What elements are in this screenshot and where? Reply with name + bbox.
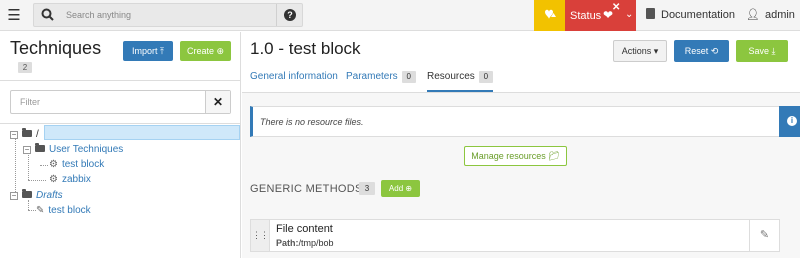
generic-methods-count-badge: 3	[359, 182, 375, 195]
tree-line	[28, 153, 29, 180]
documentation-label: Documentation	[661, 9, 735, 21]
tree-root[interactable]: − /	[10, 127, 39, 142]
download-icon: ⤓	[771, 46, 776, 56]
collapse-icon[interactable]: −	[23, 146, 31, 154]
drafts-label: Drafts	[36, 190, 63, 201]
category-label: User Techniques	[49, 144, 124, 155]
filter-field[interactable]: Filter ✕	[10, 90, 231, 114]
tab-label: Resources	[427, 71, 475, 82]
manage-resources-button[interactable]: Manage resources 📁︎	[464, 146, 567, 166]
tree-line	[28, 180, 46, 181]
create-label: Create	[186, 46, 214, 56]
param-value: /tmp/bob	[298, 238, 334, 248]
user-icon: 👤︎	[746, 9, 760, 21]
upload-icon: ⤒	[160, 46, 164, 56]
status-label: Status	[570, 10, 602, 22]
method-name: File content	[276, 223, 333, 235]
save-label: Save	[748, 46, 769, 56]
method-card[interactable]: ⋮⋮ File content Path:/tmp/bob ✎	[250, 219, 780, 252]
search-help-button[interactable]: ?	[276, 4, 302, 26]
plus-circle-icon: ⊕	[405, 184, 413, 193]
tab-count-badge: 0	[401, 71, 416, 83]
chevron-down-icon: ⌄	[625, 9, 634, 20]
help-icon: ?	[284, 9, 296, 21]
info-alert: There is no resource files. i	[250, 106, 800, 137]
undo-icon: ⟲	[710, 46, 719, 56]
info-text: There is no resource files.	[260, 117, 364, 127]
search-icon	[41, 8, 54, 21]
top-navbar: ☰ Search anything ? Status ❤ ✕ ⌄ Documen…	[0, 0, 800, 31]
pencil-icon: ✎	[759, 229, 770, 241]
info-icon: i	[787, 116, 797, 126]
reset-button[interactable]: Reset ⟲	[674, 40, 729, 62]
plus-circle-icon: ⊕	[216, 46, 225, 56]
menu-icon[interactable]: ☰	[4, 6, 24, 26]
tree-root-label: /	[36, 129, 39, 140]
book-icon	[646, 8, 655, 19]
generic-methods-heading: GENERIC METHODS	[250, 183, 363, 195]
folder-icon: 📁︎	[548, 151, 560, 161]
add-label: Add	[388, 184, 404, 193]
folder-icon	[35, 143, 45, 152]
page-title: 1.0 - test block	[250, 39, 361, 58]
edit-method-button[interactable]: ✎	[749, 220, 779, 251]
create-button[interactable]: Create ⊕	[180, 41, 231, 61]
tab-general-information[interactable]: General information	[250, 71, 338, 82]
tab-label: General information	[250, 71, 338, 82]
info-box: i	[779, 106, 800, 137]
drag-handle-icon[interactable]: ⋮⋮	[251, 220, 270, 251]
caret-down-icon: ▾	[653, 46, 659, 56]
folder-icon	[22, 189, 32, 198]
compliance-warning-button[interactable]	[534, 0, 565, 31]
technique-label: test block	[61, 159, 105, 170]
param-label: Path:	[276, 238, 299, 248]
techniques-count-badge: 2	[18, 62, 32, 73]
method-parameter: Path:/tmp/bob	[276, 238, 334, 248]
tree-line	[28, 210, 36, 211]
save-button[interactable]: Save ⤓	[736, 40, 788, 62]
actions-label: Actions	[621, 46, 652, 56]
selected-row-highlight	[44, 125, 240, 140]
filter-input[interactable]: Filter	[20, 97, 40, 107]
status-dropdown[interactable]: Status ❤ ✕ ⌄	[565, 0, 636, 31]
tree-category-user-techniques[interactable]: − User Techniques	[23, 142, 123, 157]
tree-item-test-block[interactable]: ⚙ test block	[49, 157, 104, 172]
technique-label: zabbix	[61, 174, 91, 185]
import-button[interactable]: Import ⤒	[123, 41, 173, 61]
user-name: admin	[764, 9, 795, 21]
add-method-button[interactable]: Add ⊕	[381, 180, 420, 197]
tree-draft-test-block[interactable]: ✎ test block	[36, 203, 91, 218]
tree-drafts[interactable]: − Drafts	[10, 188, 63, 203]
pencil-icon: ✎	[36, 205, 45, 216]
tab-label: Parameters	[346, 71, 398, 82]
collapse-icon[interactable]: −	[10, 131, 18, 139]
draft-label: test block	[48, 205, 91, 216]
divider	[0, 80, 241, 81]
actions-dropdown-button[interactable]: Actions ▾	[613, 40, 667, 62]
close-icon: ✕	[612, 2, 621, 13]
tab-bar: General information Parameters 0 Resource…	[242, 71, 800, 93]
tab-resources[interactable]: Resources 0	[427, 71, 493, 92]
collapse-icon[interactable]: −	[10, 192, 18, 200]
folder-icon	[22, 128, 32, 137]
tree-item-zabbix[interactable]: ⚙ zabbix	[49, 172, 91, 187]
tree-line	[40, 165, 48, 166]
warning-heart-icon	[545, 9, 556, 19]
clear-filter-button[interactable]: ✕	[205, 91, 230, 113]
import-label: Import	[131, 46, 158, 56]
divider	[0, 123, 241, 124]
search-bar[interactable]: Search anything ?	[33, 3, 303, 27]
user-menu[interactable]: 👤︎ admin	[746, 8, 795, 21]
tab-parameters[interactable]: Parameters 0	[346, 71, 416, 83]
gear-icon: ⚙	[49, 174, 58, 185]
sidebar-title: Techniques	[10, 38, 102, 58]
reset-label: Reset	[684, 46, 709, 56]
tab-count-badge: 0	[478, 71, 493, 83]
search-input[interactable]: Search anything	[66, 10, 131, 20]
manage-resources-label: Manage resources	[471, 151, 546, 161]
gear-icon: ⚙	[49, 159, 58, 170]
documentation-link[interactable]: Documentation	[646, 8, 735, 21]
